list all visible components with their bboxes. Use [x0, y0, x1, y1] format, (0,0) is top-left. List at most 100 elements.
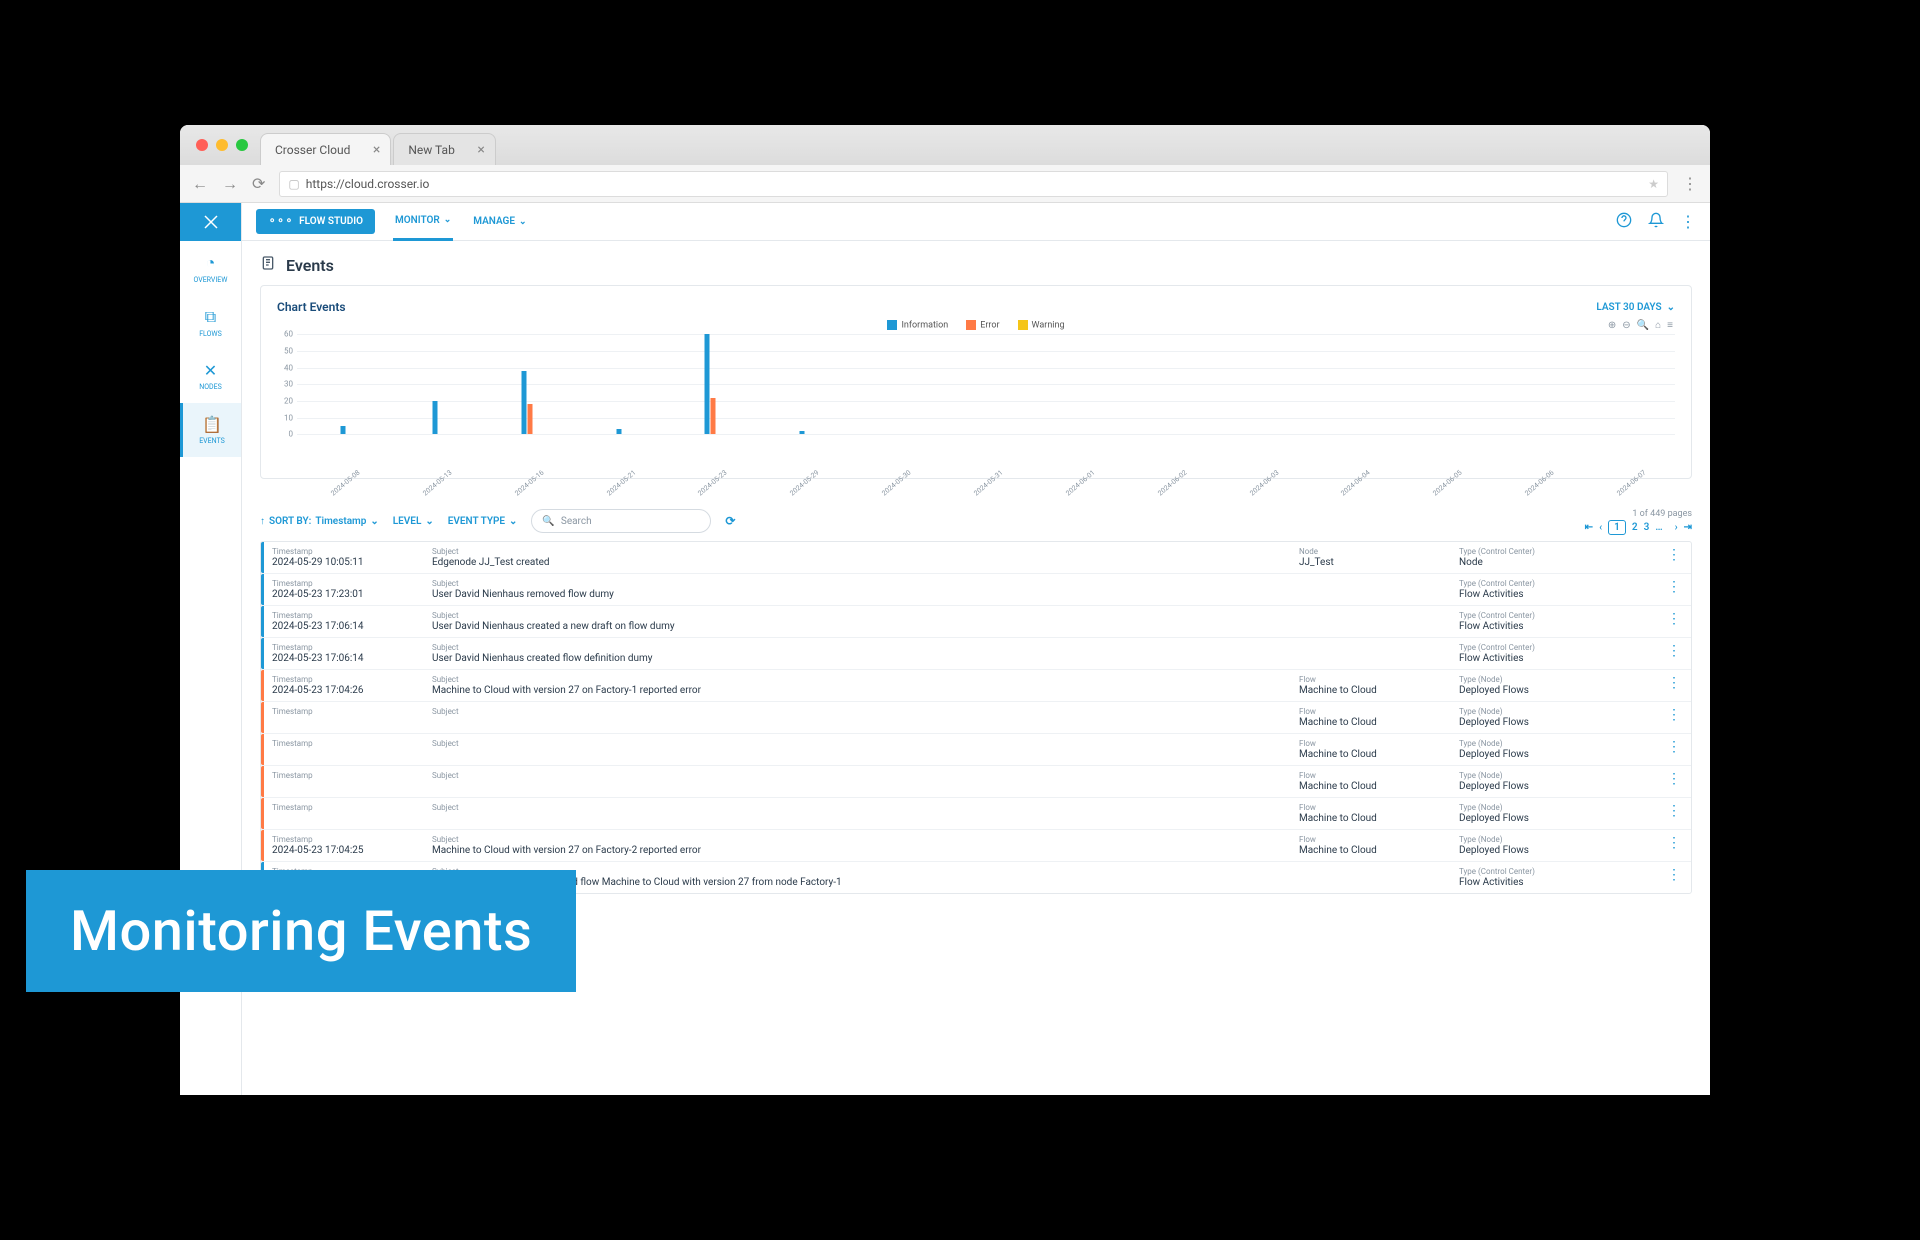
col-label-type: Type (Control Center) — [1459, 867, 1659, 876]
legend-information: Information — [901, 320, 948, 330]
sort-control[interactable]: ↑ SORT BY: Timestamp ⌄ — [260, 516, 379, 527]
maximize-window-icon[interactable] — [236, 139, 248, 151]
url-text: https://cloud.crosser.io — [306, 177, 430, 191]
search-icon: 🔍 — [542, 516, 554, 527]
level-stripe — [261, 638, 264, 669]
close-tab-icon[interactable]: × — [477, 142, 484, 158]
browser-menu-icon[interactable]: ⋮ — [1682, 174, 1698, 193]
app-menu-icon[interactable]: ⋮ — [1680, 212, 1696, 231]
zoom-in-icon[interactable]: ⊕ — [1608, 320, 1616, 331]
search-input[interactable]: 🔍 Search — [531, 509, 711, 533]
table-row[interactable]: Timestamp Subject FlowMachine to Cloud T… — [261, 702, 1691, 734]
bar-error[interactable] — [527, 404, 532, 434]
zoom-out-icon[interactable]: ⊖ — [1622, 320, 1630, 331]
tab-title: New Tab — [408, 143, 454, 157]
window-controls[interactable] — [196, 139, 248, 151]
star-icon[interactable]: ★ — [1648, 177, 1659, 191]
x-tick: 2024-06-07 — [1594, 451, 1670, 516]
tab-title: Crosser Cloud — [275, 143, 350, 157]
row-menu-icon[interactable]: ⋮ — [1667, 835, 1681, 856]
close-window-icon[interactable] — [196, 139, 208, 151]
cell-mid: Machine to Cloud — [1299, 685, 1459, 696]
refresh-button[interactable]: ⟳ — [725, 514, 735, 528]
level-stripe — [261, 766, 264, 797]
row-menu-icon[interactable]: ⋮ — [1667, 675, 1681, 696]
row-menu-icon[interactable]: ⋮ — [1667, 707, 1681, 728]
filter-level[interactable]: LEVEL⌄ — [393, 516, 434, 527]
flow-studio-button[interactable]: ⚬⚬⚬ FLOW STUDIO — [256, 209, 375, 234]
table-row[interactable]: Timestamp2024-05-23 17:04:26 SubjectMach… — [261, 670, 1691, 702]
bar-information[interactable] — [340, 426, 345, 434]
col-label-subject: Subject — [432, 675, 1299, 684]
chart-toolbar[interactable]: ⊕ ⊖ 🔍 ⌂ ≡ — [1608, 320, 1673, 331]
table-row[interactable]: Timestamp Subject FlowMachine to Cloud T… — [261, 766, 1691, 798]
filter-event-type[interactable]: EVENT TYPE⌄ — [448, 516, 518, 527]
page-first-icon[interactable]: ⇤ — [1585, 522, 1593, 533]
back-icon[interactable]: ← — [192, 174, 208, 194]
table-row[interactable]: Timestamp Subject FlowMachine to Cloud T… — [261, 734, 1691, 766]
range-selector[interactable]: LAST 30 DAYS ⌄ — [1596, 302, 1675, 313]
forward-icon[interactable]: → — [222, 174, 238, 194]
table-row[interactable]: Timestamp2024-05-23 17:06:14 SubjectUser… — [261, 638, 1691, 670]
page-number[interactable]: 2 — [1632, 522, 1638, 533]
topbar-link-label: MANAGE — [473, 216, 515, 227]
page-prev-icon[interactable]: ‹ — [1599, 522, 1602, 533]
close-tab-icon[interactable]: × — [373, 142, 380, 158]
cell-type: Flow Activities — [1459, 877, 1659, 888]
rail-item-overview[interactable]: ◔OVERVIEW — [180, 241, 241, 295]
reload-icon[interactable]: ⟳ — [252, 174, 265, 193]
row-menu-icon[interactable]: ⋮ — [1667, 611, 1681, 632]
cell-mid: Machine to Cloud — [1299, 845, 1459, 856]
topbar-monitor[interactable]: MONITOR⌄ — [393, 203, 453, 241]
minimize-window-icon[interactable] — [216, 139, 228, 151]
table-row[interactable]: Timestamp2024-05-23 17:23:01 SubjectUser… — [261, 574, 1691, 606]
rail-item-nodes[interactable]: ✕NODES — [180, 349, 241, 403]
cell-type: Deployed Flows — [1459, 813, 1659, 824]
row-menu-icon[interactable]: ⋮ — [1667, 803, 1681, 824]
bar-information[interactable] — [616, 429, 621, 434]
page-next-icon[interactable]: › — [1675, 522, 1678, 533]
topbar: ⚬⚬⚬ FLOW STUDIO MONITOR⌄ MANAGE⌄ ⋮ — [242, 203, 1710, 241]
notifications-icon[interactable] — [1648, 212, 1664, 232]
reset-zoom-icon[interactable]: ⌂ — [1655, 320, 1661, 331]
rail-item-events[interactable]: 📋EVENTS — [180, 403, 241, 457]
bar-information[interactable] — [432, 401, 437, 434]
page-number[interactable]: 3 — [1644, 522, 1650, 533]
overlay-text: Monitoring Events — [70, 898, 532, 964]
page-number[interactable]: … — [1655, 522, 1662, 533]
row-menu-icon[interactable]: ⋮ — [1667, 739, 1681, 760]
chart-menu-icon[interactable]: ≡ — [1667, 320, 1673, 331]
x-tick: 2024-06-02 — [1134, 451, 1210, 516]
zoom-select-icon[interactable]: 🔍 — [1637, 320, 1649, 331]
page-last-icon[interactable]: ⇥ — [1684, 522, 1692, 533]
table-row[interactable]: Timestamp2024-05-29 10:05:11 SubjectEdge… — [261, 542, 1691, 574]
cell-timestamp: 2024-05-29 10:05:11 — [272, 557, 432, 568]
url-field[interactable]: ▢ https://cloud.crosser.io ★ — [279, 171, 1668, 197]
bar-information[interactable] — [800, 431, 805, 434]
x-tick: 2024-05-08 — [308, 451, 384, 516]
browser-tab[interactable]: Crosser Cloud × — [260, 133, 391, 165]
table-row[interactable]: Timestamp2024-05-23 17:06:14 SubjectUser… — [261, 606, 1691, 638]
table-row[interactable]: Timestamp2024-05-23 17:04:25 SubjectMach… — [261, 830, 1691, 862]
row-menu-icon[interactable]: ⋮ — [1667, 579, 1681, 600]
topbar-manage[interactable]: MANAGE⌄ — [471, 203, 528, 241]
x-tick: 2024-05-31 — [951, 451, 1027, 516]
browser-tab[interactable]: New Tab × — [393, 133, 495, 165]
bar-information[interactable] — [521, 371, 526, 434]
page-number[interactable]: 1 — [1608, 520, 1626, 535]
x-tick: 2024-05-23 — [675, 451, 751, 516]
x-tick: 2024-06-05 — [1410, 451, 1486, 516]
help-icon[interactable] — [1616, 212, 1632, 232]
bar-error[interactable] — [711, 398, 716, 435]
row-menu-icon[interactable]: ⋮ — [1667, 547, 1681, 568]
row-menu-icon[interactable]: ⋮ — [1667, 867, 1681, 888]
app-logo[interactable] — [180, 203, 241, 241]
table-row[interactable]: Timestamp Subject FlowMachine to Cloud T… — [261, 798, 1691, 830]
bar-information[interactable] — [705, 334, 710, 434]
row-menu-icon[interactable]: ⋮ — [1667, 643, 1681, 664]
row-menu-icon[interactable]: ⋮ — [1667, 771, 1681, 792]
col-label-timestamp: Timestamp — [272, 803, 432, 812]
col-label-type: Type (Node) — [1459, 835, 1659, 844]
rail-item-flows[interactable]: ⧉FLOWS — [180, 295, 241, 349]
cell-mid: Machine to Cloud — [1299, 749, 1459, 760]
